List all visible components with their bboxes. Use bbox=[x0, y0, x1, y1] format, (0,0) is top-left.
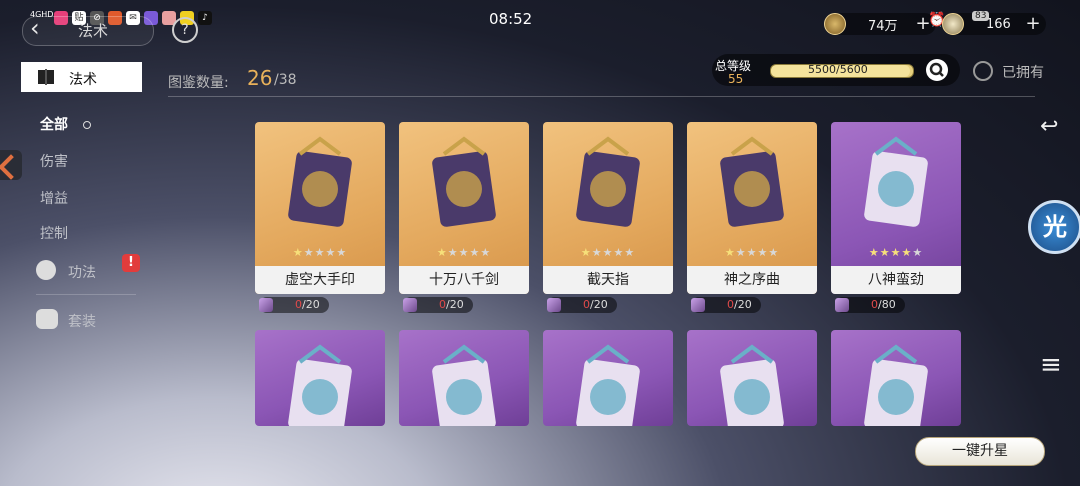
page-title: 法术 bbox=[78, 22, 109, 40]
spell-card[interactable] bbox=[399, 330, 529, 426]
search-icon bbox=[929, 62, 944, 77]
side-handle[interactable] bbox=[0, 150, 24, 180]
spell-card[interactable]: ★★★★★ 神之序曲 bbox=[687, 122, 817, 294]
technique-icon bbox=[36, 260, 56, 280]
spell-art-icon bbox=[576, 344, 640, 426]
menu-icon[interactable]: ≡ bbox=[1040, 350, 1062, 380]
chevron-left-icon[interactable]: ‹ bbox=[30, 14, 40, 42]
alert-badge: ! bbox=[122, 254, 140, 272]
star-rating: ★★★★★ bbox=[580, 246, 636, 259]
spell-name: 八神蛮劲 bbox=[831, 266, 961, 294]
spell-card[interactable] bbox=[831, 330, 961, 426]
spell-art-icon bbox=[288, 344, 352, 426]
return-icon[interactable]: ↩ bbox=[1040, 114, 1058, 139]
fragment-icon bbox=[547, 298, 561, 312]
fragment-current: 0 bbox=[295, 298, 302, 311]
fragment-total: /80 bbox=[878, 298, 896, 311]
stamina-value: 166 bbox=[986, 16, 1011, 32]
spell-card[interactable]: ★★★★★ 截天指 bbox=[543, 122, 673, 294]
selected-dot-icon bbox=[83, 121, 91, 129]
fragment-text: 0/80 bbox=[871, 297, 896, 313]
spell-art-icon bbox=[864, 136, 928, 227]
fragment-icon bbox=[691, 298, 705, 312]
spell-card[interactable] bbox=[687, 330, 817, 426]
fragment-current: 0 bbox=[727, 298, 734, 311]
level-progress-text: 5500/5600 bbox=[808, 63, 868, 76]
spell-card[interactable] bbox=[255, 330, 385, 426]
spell-card[interactable] bbox=[543, 330, 673, 426]
fragment-counter: 0/20 bbox=[691, 297, 761, 313]
spell-art-icon bbox=[720, 136, 784, 227]
fragment-counter: 0/20 bbox=[547, 297, 617, 313]
spell-art-icon bbox=[864, 344, 928, 426]
book-icon bbox=[38, 69, 54, 85]
sidebar-item-technique[interactable]: 功法 bbox=[68, 262, 96, 282]
fragment-text: 0/20 bbox=[295, 297, 320, 313]
spell-art-icon bbox=[432, 136, 496, 227]
coin-icon bbox=[824, 13, 846, 35]
fragment-text: 0/20 bbox=[583, 297, 608, 313]
fragment-counter: 0/20 bbox=[403, 297, 473, 313]
owned-label[interactable]: 已拥有 bbox=[1002, 62, 1044, 82]
add-stamina-button[interactable]: + bbox=[1024, 15, 1042, 33]
fragment-total: /20 bbox=[590, 298, 608, 311]
help-icon[interactable]: ? bbox=[172, 17, 198, 43]
fragment-total: /20 bbox=[734, 298, 752, 311]
clock: 08:52 bbox=[489, 10, 533, 28]
set-icon bbox=[36, 309, 58, 329]
fragment-icon bbox=[259, 298, 273, 312]
tab-spells-label: 法术 bbox=[69, 72, 97, 88]
header-divider bbox=[168, 96, 1035, 97]
spell-name: 神之序曲 bbox=[687, 266, 817, 294]
collection-label: 图鉴数量: bbox=[168, 75, 229, 91]
spell-art-icon bbox=[288, 136, 352, 227]
orange-arrow-icon bbox=[0, 154, 24, 180]
spell-card[interactable]: ★★★★★ 虚空大手印 bbox=[255, 122, 385, 294]
tiktok-icon: ♪ bbox=[198, 11, 212, 25]
fragment-counter: 0/20 bbox=[259, 297, 329, 313]
avatar[interactable]: 光 bbox=[1028, 200, 1080, 254]
search-button[interactable] bbox=[926, 59, 948, 81]
star-rating: ★★★★★ bbox=[436, 246, 492, 259]
fragment-text: 0/20 bbox=[727, 297, 752, 313]
sidebar-item-control[interactable]: 控制 bbox=[40, 223, 68, 243]
fragment-current: 0 bbox=[583, 298, 590, 311]
spell-art-icon bbox=[432, 344, 496, 426]
fragment-total: /20 bbox=[446, 298, 464, 311]
level-value: 55 bbox=[728, 72, 744, 86]
fragment-icon bbox=[835, 298, 849, 312]
one-key-upstar-button[interactable]: 一键升星 bbox=[915, 437, 1045, 466]
star-rating: ★★★★★ bbox=[292, 246, 348, 259]
coin-currency: 74万 + bbox=[824, 13, 936, 35]
stamina-currency: 83 166 + bbox=[942, 11, 1046, 35]
sidebar-item-damage[interactable]: 伤害 bbox=[40, 151, 68, 171]
sidebar-item-all[interactable]: 全部 bbox=[40, 114, 68, 134]
stamina-icon bbox=[942, 13, 964, 35]
spell-card[interactable]: ★★★★★ 八神蛮劲 bbox=[831, 122, 961, 294]
fragment-text: 0/20 bbox=[439, 297, 464, 313]
divider bbox=[36, 294, 136, 295]
star-rating: ★★★★★ bbox=[868, 246, 924, 259]
owned-toggle[interactable] bbox=[973, 61, 993, 81]
spell-card[interactable]: ★★★★★ 十万八千剑 bbox=[399, 122, 529, 294]
fragment-current: 0 bbox=[871, 298, 878, 311]
spell-name: 十万八千剑 bbox=[399, 266, 529, 294]
star-rating: ★★★★★ bbox=[724, 246, 780, 259]
spell-name: 虚空大手印 bbox=[255, 266, 385, 294]
spell-name: 截天指 bbox=[543, 266, 673, 294]
fragment-icon bbox=[403, 298, 417, 312]
fragment-current: 0 bbox=[439, 298, 446, 311]
spell-art-icon bbox=[720, 344, 784, 426]
sidebar-item-set[interactable]: 套装 bbox=[68, 311, 96, 331]
coin-value: 74万 bbox=[868, 18, 898, 34]
battery-badge: 83 bbox=[972, 11, 990, 21]
fragment-total: /20 bbox=[302, 298, 320, 311]
collection-total: /38 bbox=[274, 72, 297, 88]
fragment-counter: 0/80 bbox=[835, 297, 905, 313]
sidebar-item-buff[interactable]: 增益 bbox=[40, 188, 68, 208]
collection-current: 26 bbox=[247, 66, 273, 90]
spell-art-icon bbox=[576, 136, 640, 227]
